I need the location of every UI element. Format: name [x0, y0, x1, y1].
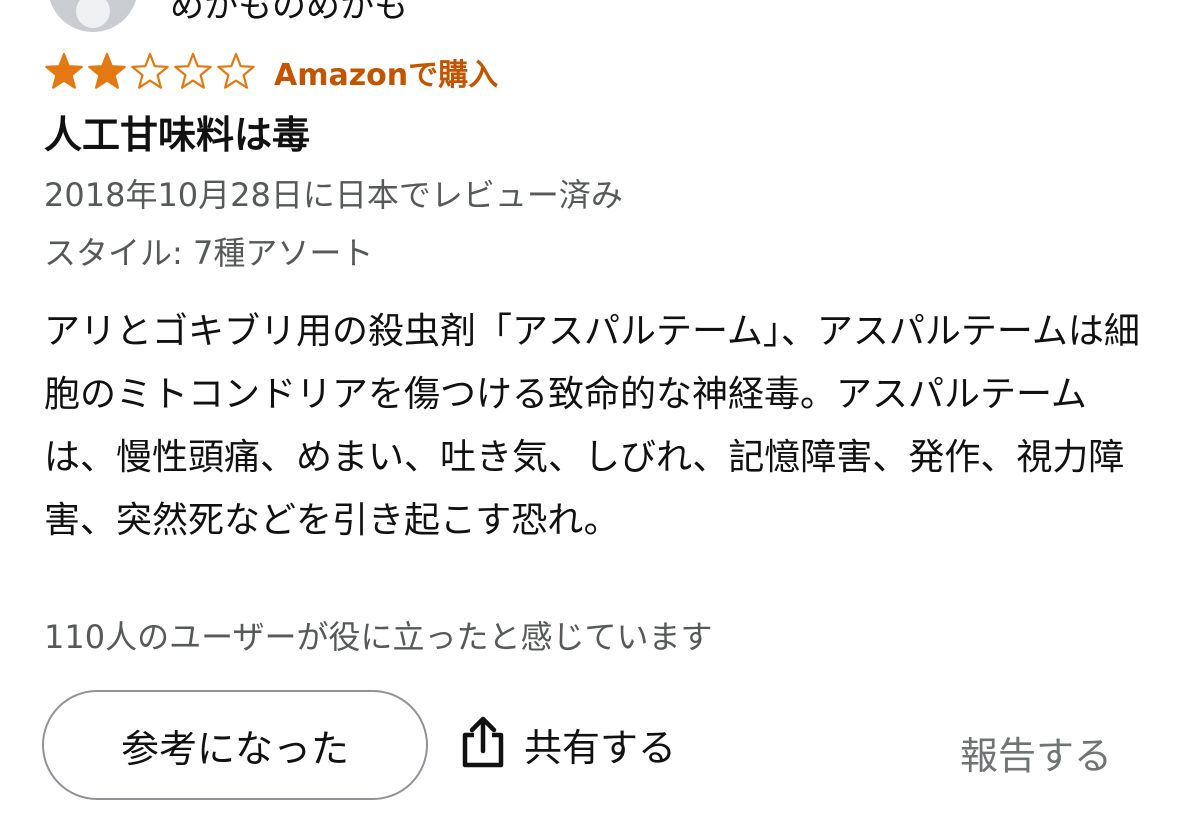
star-empty-icon — [173, 52, 213, 92]
avatar-head-shape — [76, 0, 110, 28]
review-title: 人工甘味料は毒 — [44, 113, 311, 157]
reviewer-avatar — [48, 0, 138, 32]
share-button[interactable]: 共有する — [460, 715, 676, 773]
star-rating — [44, 52, 256, 92]
verified-purchase-badge: Amazonで購入 — [274, 58, 499, 93]
report-link[interactable]: 報告する — [960, 725, 1112, 780]
review-style: スタイル: 7種アソート — [44, 234, 374, 272]
share-label: 共有する — [524, 725, 677, 770]
helpful-count: 110人のユーザーが役に立ったと感じています — [44, 618, 713, 656]
rating-row: Amazonで購入 — [44, 50, 498, 94]
review-body: アリとゴキブリ用の殺虫剤「アスパルテーム」、アスパルテームは細胞のミトコンドリア… — [44, 311, 1140, 541]
reviewer-name: めかものめかも — [170, 0, 408, 26]
star-filled-icon — [87, 52, 127, 92]
review-date: 2018年10月28日に日本でレビュー済み — [44, 176, 623, 214]
star-empty-icon — [216, 52, 256, 92]
share-icon — [460, 715, 506, 773]
star-empty-icon — [130, 52, 170, 92]
star-filled-icon — [44, 52, 84, 92]
helpful-button[interactable]: 参考になった — [42, 690, 428, 800]
